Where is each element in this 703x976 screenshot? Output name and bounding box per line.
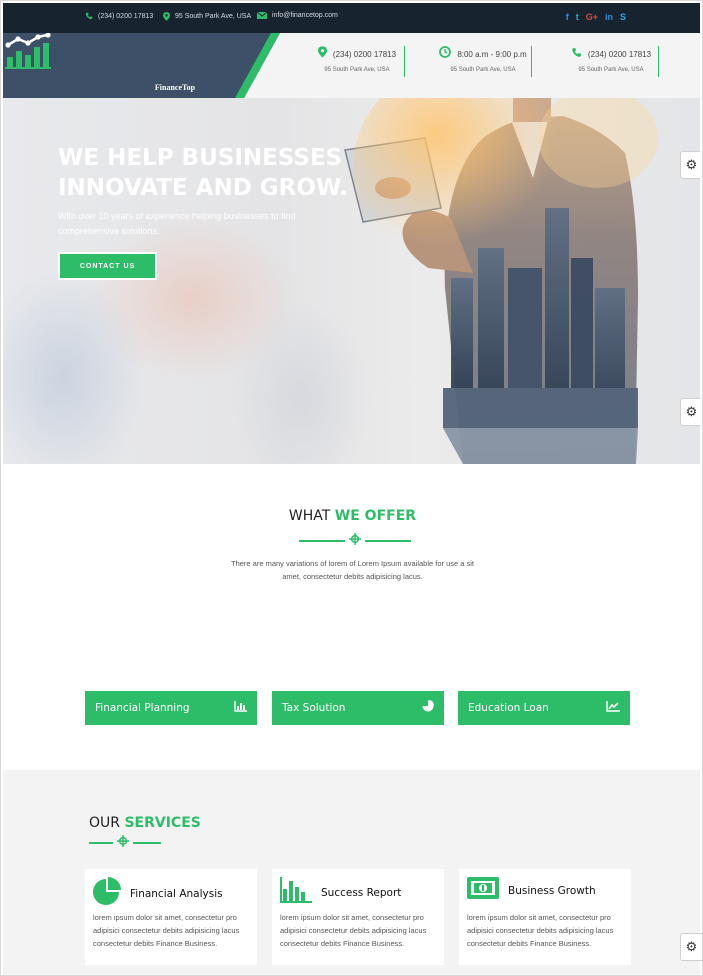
- hero-heading: WE HELP BUSINESSES INNOVATE AND GROW.: [58, 145, 349, 201]
- services-section: OUR SERVICES Financial Analysis lorem ip…: [3, 770, 702, 975]
- money-icon: [467, 877, 499, 904]
- service-card-financial-analysis[interactable]: Financial Analysis lorem ipsum dolor sit…: [85, 869, 257, 965]
- linkedin-icon[interactable]: in: [605, 12, 613, 22]
- services-section-title: OUR SERVICES: [89, 815, 201, 831]
- contact-us-button[interactable]: CONTACT US: [58, 252, 157, 280]
- header-divider: [531, 46, 532, 77]
- header-divider: [658, 46, 659, 77]
- crosshair-icon: [349, 532, 361, 550]
- service-card-business-growth[interactable]: Business Growth lorem ipsum dolor sit am…: [459, 869, 631, 965]
- hero-subtitle: With over 10 years of experience helping…: [58, 211, 296, 236]
- header-info-phone-2: (234) 0200 17813 95 South Park Ave, USA: [551, 45, 671, 73]
- topbar-phone[interactable]: (234) 0200 17813: [85, 12, 153, 20]
- header-divider: [404, 46, 405, 77]
- topbar-address: 95 South Park Ave, USA: [163, 12, 251, 21]
- header-info-phone: (234) 0200 17813 95 South Park Ave, USA: [297, 45, 417, 73]
- feature-financial-planning[interactable]: Financial Planning: [85, 691, 257, 725]
- logo-text: FinanceTop: [154, 83, 196, 92]
- page-frame: (234) 0200 17813 95 South Park Ave, USA …: [0, 0, 703, 976]
- line-chart-icon: [606, 699, 620, 717]
- phone-icon: [571, 45, 582, 63]
- feature-tax-solution[interactable]: Tax Solution: [272, 691, 444, 725]
- settings-gear-button[interactable]: ⚙: [680, 151, 700, 179]
- map-pin-icon: [317, 45, 327, 63]
- offer-section-title: WHAT WE OFFER: [288, 508, 417, 524]
- gear-icon: ⚙: [685, 404, 698, 419]
- google-plus-icon[interactable]: G+: [586, 12, 598, 22]
- title-separator: [299, 532, 411, 550]
- crosshair-icon: [117, 834, 129, 852]
- pie-chart-icon: [93, 877, 121, 910]
- map-pin-icon: [163, 12, 170, 21]
- bar-chart-icon: [280, 877, 312, 908]
- feature-education-loan[interactable]: Education Loan: [458, 691, 630, 725]
- site-header: FinanceTop (234) 0200 17813 95 South Par…: [3, 33, 700, 98]
- settings-gear-button[interactable]: ⚙: [680, 933, 702, 961]
- top-bar: (234) 0200 17813 95 South Park Ave, USA …: [3, 3, 700, 33]
- skype-icon[interactable]: S: [620, 12, 626, 22]
- facebook-icon[interactable]: f: [566, 12, 569, 22]
- settings-gear-button[interactable]: ⚙: [680, 398, 700, 426]
- offer-description: There are many variations of lorem of Lo…: [230, 559, 475, 581]
- gear-icon: ⚙: [685, 939, 698, 954]
- hero-banner: WE HELP BUSINESSES INNOVATE AND GROW. Wi…: [3, 98, 700, 464]
- logo-panel[interactable]: FinanceTop: [3, 33, 280, 98]
- service-card-success-report[interactable]: Success Report lorem ipsum dolor sit ame…: [272, 869, 444, 965]
- pie-chart-icon: [422, 699, 434, 717]
- header-info-hours: 8:00 a.m - 9:00 p.m 95 South Park Ave, U…: [423, 45, 543, 73]
- twitter-icon[interactable]: t: [576, 12, 579, 22]
- gear-icon: ⚙: [685, 157, 698, 172]
- title-separator: [89, 834, 161, 852]
- phone-icon: [85, 12, 93, 20]
- logo-chart-icon: [5, 33, 51, 69]
- bar-chart-icon: [234, 699, 247, 717]
- hero-businessman-image: [344, 98, 658, 464]
- clock-icon: [439, 45, 452, 63]
- envelope-icon: [257, 12, 267, 19]
- social-links: f t G+ in S: [566, 12, 626, 22]
- topbar-email[interactable]: info@financetop.com: [257, 12, 338, 19]
